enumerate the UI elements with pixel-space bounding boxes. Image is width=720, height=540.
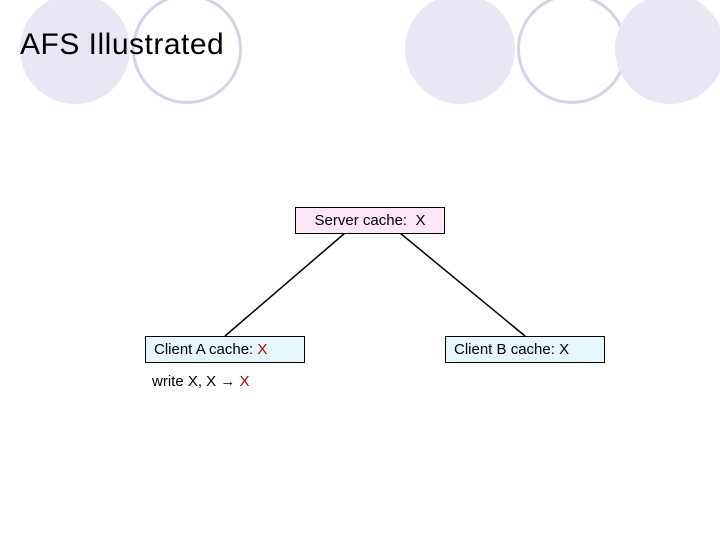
server-cache-label: Server cache:	[315, 212, 408, 229]
page-title: AFS Illustrated	[20, 28, 224, 62]
action-prefix: write X, X	[152, 373, 220, 390]
client-b-cache-box: Client B cache: X	[445, 336, 605, 363]
server-cache-value: X	[415, 212, 425, 229]
client-b-cache-value: X	[559, 341, 569, 358]
client-b-cache-label: Client B cache:	[454, 341, 555, 358]
action-newval: X	[235, 373, 249, 390]
server-cache-box: Server cache: X	[295, 207, 445, 234]
decorative-circle	[517, 0, 627, 104]
decorative-circle	[615, 0, 720, 104]
client-a-cache-label: Client A cache:	[154, 341, 253, 358]
client-a-cache-value: X	[257, 341, 267, 358]
decorative-circle	[405, 0, 515, 104]
client-a-cache-box: Client A cache: X	[145, 336, 305, 363]
write-action-text: write X, X → X	[152, 373, 250, 390]
action-arrow: →	[220, 373, 235, 390]
